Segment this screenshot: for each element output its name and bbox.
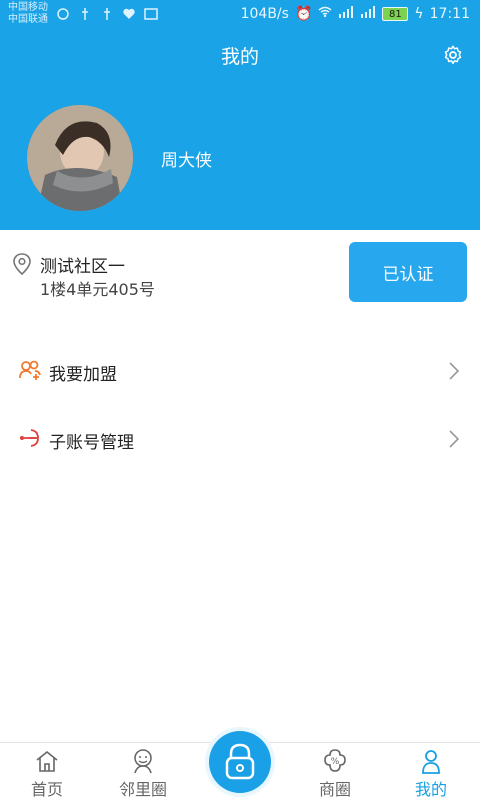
menu-label-sub-account: 子账号管理 (49, 433, 134, 453)
profile-icon (417, 747, 445, 775)
neighbor-icon (129, 747, 157, 775)
usb-icon-2 (100, 7, 114, 21)
avatar[interactable] (27, 105, 133, 211)
battery-indicator: 81 (382, 7, 409, 21)
charging-icon: ϟ (414, 6, 424, 22)
profile-header: 中国移动 中国联通 104B/s ⏰ 81 ϟ 17:11 我的 周大侠 (0, 0, 480, 230)
menu-item-join[interactable]: 我要加盟 (0, 336, 480, 404)
menu-list: 我要加盟 子账号管理 (0, 336, 480, 472)
chevron-right-icon (446, 428, 462, 450)
status-bar: 中国移动 中国联通 104B/s ⏰ 81 ϟ 17:11 (0, 0, 480, 30)
nav-label-shop: 商圈 (318, 780, 351, 799)
unlock-button[interactable] (209, 731, 271, 793)
svg-text:%: % (331, 757, 340, 767)
status-right: 104B/s ⏰ 81 ϟ 17:11 (241, 6, 470, 22)
alarm-icon: ⏰ (294, 6, 313, 22)
community-address: 1楼4单元405号 (40, 280, 155, 299)
shop-icon: % (321, 747, 349, 775)
community-section: 测试社区一 1楼4单元405号 已认证 (0, 230, 480, 320)
usb-icon (78, 7, 92, 21)
lock-icon (225, 743, 255, 780)
nav-item-profile[interactable]: 我的 (386, 745, 476, 801)
status-icons (56, 7, 158, 21)
nav-item-neighbor[interactable]: 邻里圈 (98, 745, 188, 801)
carrier-2: 中国联通 (8, 14, 48, 25)
page-title: 我的 (220, 46, 259, 68)
join-people-icon (18, 358, 42, 382)
heart-rate-icon (122, 7, 136, 21)
clock-time: 17:11 (429, 6, 470, 22)
sync-icon (56, 7, 70, 21)
location-pin-icon (12, 252, 32, 276)
sub-account-icon (18, 426, 42, 450)
nav-label-home: 首页 (30, 780, 63, 799)
signal-icon (338, 6, 354, 22)
carrier-1: 中国移动 (8, 2, 48, 13)
chevron-right-icon (446, 360, 462, 382)
menu-item-sub-account[interactable]: 子账号管理 (0, 404, 480, 472)
gear-icon[interactable] (442, 44, 464, 66)
nav-label-neighbor: 邻里圈 (118, 780, 167, 799)
network-speed: 104B/s (240, 6, 289, 22)
community-name: 测试社区一 (40, 257, 125, 277)
menu-label-join: 我要加盟 (49, 365, 117, 385)
nav-item-shop[interactable]: % 商圈 (290, 745, 380, 801)
username[interactable]: 周大侠 (161, 146, 212, 171)
nav-label-profile: 我的 (414, 780, 447, 799)
nav-item-home[interactable]: 首页 (2, 745, 92, 801)
home-icon (33, 747, 61, 775)
image-icon (144, 7, 158, 21)
verified-button[interactable]: 已认证 (349, 242, 467, 302)
carrier-info: 中国移动 中国联通 (8, 2, 48, 26)
wifi-icon (318, 6, 332, 22)
signal-icon-2 (360, 6, 376, 22)
